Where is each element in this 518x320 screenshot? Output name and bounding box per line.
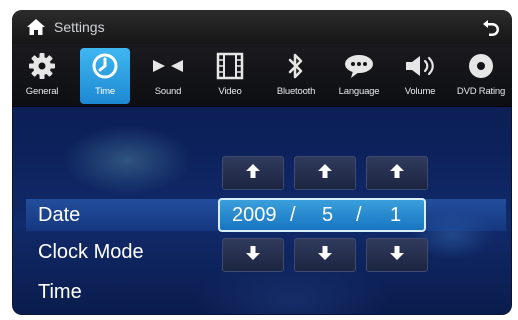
settings-row-time[interactable]: Time xyxy=(26,276,186,308)
home-icon[interactable] xyxy=(26,17,46,37)
tab-label: Bluetooth xyxy=(276,86,316,97)
bluetooth-icon xyxy=(276,48,316,84)
tab-time[interactable]: Time xyxy=(80,48,130,104)
month-up-button[interactable] xyxy=(294,156,356,190)
speech-bubble-icon xyxy=(339,48,379,84)
gear-icon xyxy=(22,48,62,84)
date-month: 5 xyxy=(322,203,334,226)
arrow-up-icon xyxy=(245,163,261,184)
speaker-pair-icon xyxy=(148,48,188,84)
date-value-field[interactable]: 2009 / 5 / 1 xyxy=(218,198,426,232)
tab-sound[interactable]: Sound xyxy=(142,48,194,104)
row-label: Clock Mode xyxy=(38,240,144,263)
arrow-up-icon xyxy=(389,163,405,184)
tab-label: Time xyxy=(95,86,115,97)
disc-icon xyxy=(461,48,501,84)
row-label: Time xyxy=(38,280,82,303)
arrow-up-icon xyxy=(317,163,333,184)
year-up-button[interactable] xyxy=(222,156,284,190)
arrow-down-icon xyxy=(317,245,333,266)
arrow-down-icon xyxy=(389,245,405,266)
film-icon xyxy=(210,48,250,84)
tab-label: Sound xyxy=(154,86,182,97)
tab-dvd-rating[interactable]: DVD Rating xyxy=(452,48,510,104)
tab-bluetooth[interactable]: Bluetooth xyxy=(266,48,326,104)
tab-label: Video xyxy=(218,86,242,97)
tab-language[interactable]: Language xyxy=(330,48,388,104)
tab-volume[interactable]: Volume xyxy=(392,48,448,104)
volume-icon xyxy=(400,48,440,84)
tab-general[interactable]: General xyxy=(16,48,68,104)
day-down-button[interactable] xyxy=(366,238,428,272)
settings-screen: Settings General Time Sound Video Blueto… xyxy=(12,10,512,315)
tab-label: General xyxy=(25,86,59,97)
arrow-down-icon xyxy=(245,245,261,266)
day-up-button[interactable] xyxy=(366,156,428,190)
clock-icon xyxy=(85,48,125,84)
row-label: Date xyxy=(38,203,81,226)
tab-label: Language xyxy=(338,86,380,97)
tab-label: Volume xyxy=(404,86,436,97)
settings-row-clock-mode[interactable]: Clock Mode xyxy=(26,236,186,268)
year-down-button[interactable] xyxy=(222,238,284,272)
settings-tab-bar: General Time Sound Video Bluetooth Langu… xyxy=(12,44,512,107)
date-separator: / xyxy=(356,203,362,226)
page-title: Settings xyxy=(54,19,105,35)
tab-video[interactable]: Video xyxy=(204,48,256,104)
tab-label: DVD Rating xyxy=(456,86,506,97)
date-separator: / xyxy=(290,203,296,226)
back-arrow-icon[interactable] xyxy=(480,16,502,38)
date-day: 1 xyxy=(390,203,402,226)
date-year: 2009 xyxy=(232,203,277,226)
month-down-button[interactable] xyxy=(294,238,356,272)
title-bar: Settings xyxy=(12,10,512,44)
